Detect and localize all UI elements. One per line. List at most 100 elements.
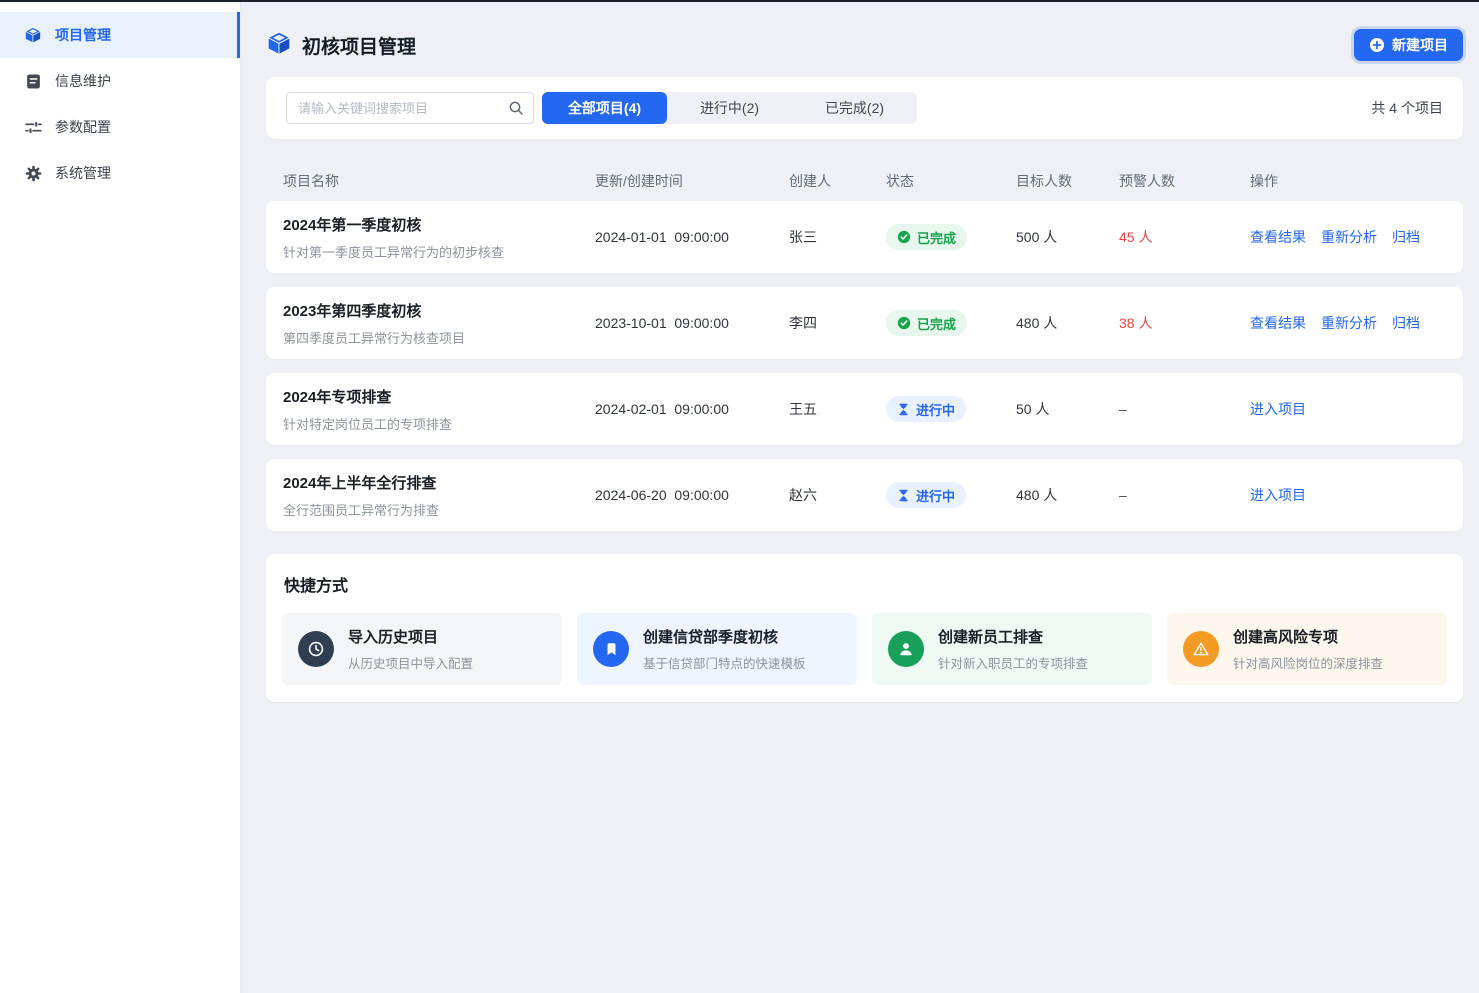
project-time: 2024-06-20 09:00:00 [595, 487, 789, 503]
project-name: 2024年专项排查 [283, 386, 595, 407]
sidebar: 项目管理 信息维护 参数配置 [0, 2, 241, 993]
sliders-icon [24, 118, 42, 136]
project-creator: 王五 [789, 399, 886, 419]
target-count: 480 人 [1016, 313, 1119, 333]
table-header: 项目名称 更新/创建时间 创建人 状态 目标人数 预警人数 操作 [266, 160, 1463, 201]
enter-project-link[interactable]: 进入项目 [1250, 399, 1306, 419]
status-label: 进行中 [916, 486, 955, 505]
status-badge: 已完成 [886, 224, 967, 250]
status-label: 已完成 [917, 228, 956, 247]
status-badge: 已完成 [886, 310, 967, 336]
new-project-button-label: 新建项目 [1392, 35, 1448, 55]
col-header-name: 项目名称 [283, 171, 595, 191]
warning-count: – [1119, 487, 1250, 503]
warning-count: 45 人 [1119, 227, 1250, 247]
status-badge: 进行中 [886, 396, 966, 422]
warning-count: 38 人 [1119, 313, 1250, 333]
view-results-link[interactable]: 查看结果 [1250, 227, 1306, 247]
shortcut-title: 创建信贷部季度初核 [643, 626, 806, 647]
new-project-button[interactable]: 新建项目 [1354, 29, 1463, 61]
shortcut-desc: 从历史项目中导入配置 [348, 653, 473, 672]
cube-icon [266, 30, 292, 61]
page-header: 初核项目管理 新建项目 [266, 28, 1463, 62]
shortcut-title: 导入历史项目 [348, 626, 473, 647]
col-header-status: 状态 [886, 171, 1016, 191]
shortcut-import-history[interactable]: 导入历史项目 从历史项目中导入配置 [282, 613, 562, 685]
target-count: 500 人 [1016, 227, 1119, 247]
col-header-warning: 预警人数 [1119, 171, 1250, 191]
col-header-time: 更新/创建时间 [595, 171, 789, 191]
gear-icon [24, 164, 42, 182]
sidebar-item-system-management[interactable]: 系统管理 [0, 150, 240, 196]
hourglass-icon [897, 403, 910, 416]
table-row: 2024年上半年全行排查 全行范围员工异常行为排查 2024-06-20 09:… [266, 459, 1463, 531]
main-content: 初核项目管理 新建项目 [242, 2, 1479, 993]
sidebar-item-parameter-config[interactable]: 参数配置 [0, 104, 240, 150]
hourglass-icon [897, 489, 910, 502]
bookmark-icon [593, 631, 629, 667]
project-desc: 针对特定岗位员工的专项排查 [283, 414, 595, 433]
reanalyze-link[interactable]: 重新分析 [1321, 227, 1377, 247]
search-box [286, 92, 534, 124]
warning-count: – [1119, 401, 1250, 417]
search-input[interactable] [286, 92, 534, 124]
shortcut-create-high-risk-special[interactable]: 创建高风险专项 针对高风险岗位的深度排查 [1167, 613, 1447, 685]
project-desc: 第四季度员工异常行为核查项目 [283, 328, 595, 347]
check-circle-icon [897, 230, 911, 244]
app-root: 项目管理 信息维护 参数配置 [0, 2, 1479, 993]
table-row: 2024年第一季度初核 针对第一季度员工异常行为的初步核查 2024-01-01… [266, 201, 1463, 273]
project-name: 2024年第一季度初核 [283, 214, 595, 235]
project-time: 2023-10-01 09:00:00 [595, 315, 789, 331]
sidebar-item-project-management[interactable]: 项目管理 [0, 12, 240, 58]
col-header-target: 目标人数 [1016, 171, 1119, 191]
shortcut-desc: 基于信贷部门特点的快速模板 [643, 653, 806, 672]
user-icon [888, 631, 924, 667]
view-results-link[interactable]: 查看结果 [1250, 313, 1306, 333]
sidebar-item-label: 参数配置 [55, 117, 111, 137]
document-icon [24, 72, 42, 90]
target-count: 50 人 [1016, 399, 1119, 419]
project-time: 2024-02-01 09:00:00 [595, 401, 789, 417]
status-label: 已完成 [917, 314, 956, 333]
project-count: 共 4 个项目 [1371, 98, 1443, 118]
col-header-actions: 操作 [1250, 171, 1446, 191]
shortcut-grid: 导入历史项目 从历史项目中导入配置 创建信贷部季度初核 基于信贷部门特点的快速模… [282, 613, 1447, 685]
tab-completed[interactable]: 已完成(2) [792, 92, 917, 124]
filter-tabs: 全部项目(4) 进行中(2) 已完成(2) [542, 92, 917, 124]
sidebar-item-label: 信息维护 [55, 71, 111, 91]
sidebar-item-info-maintenance[interactable]: 信息维护 [0, 58, 240, 104]
warning-triangle-icon [1183, 631, 1219, 667]
tab-all-projects[interactable]: 全部项目(4) [542, 92, 667, 124]
target-count: 480 人 [1016, 485, 1119, 505]
toolbar-card: 全部项目(4) 进行中(2) 已完成(2) 共 4 个项目 [266, 77, 1463, 139]
status-label: 进行中 [916, 400, 955, 419]
enter-project-link[interactable]: 进入项目 [1250, 485, 1306, 505]
project-name: 2023年第四季度初核 [283, 300, 595, 321]
archive-link[interactable]: 归档 [1392, 313, 1420, 333]
archive-link[interactable]: 归档 [1392, 227, 1420, 247]
reanalyze-link[interactable]: 重新分析 [1321, 313, 1377, 333]
search-icon[interactable] [508, 100, 524, 116]
shortcut-create-new-employee-check[interactable]: 创建新员工排查 针对新入职员工的专项排查 [872, 613, 1152, 685]
sidebar-item-label: 系统管理 [55, 163, 111, 183]
shortcuts-title: 快捷方式 [282, 572, 1447, 596]
cube-icon [24, 26, 42, 44]
table-row: 2023年第四季度初核 第四季度员工异常行为核查项目 2023-10-01 09… [266, 287, 1463, 359]
shortcut-desc: 针对高风险岗位的深度排查 [1233, 653, 1383, 672]
project-creator: 张三 [789, 227, 886, 247]
tab-in-progress[interactable]: 进行中(2) [667, 92, 792, 124]
table-row: 2024年专项排查 针对特定岗位员工的专项排查 2024-02-01 09:00… [266, 373, 1463, 445]
project-name: 2024年上半年全行排查 [283, 472, 595, 493]
shortcut-desc: 针对新入职员工的专项排查 [938, 653, 1088, 672]
check-circle-icon [897, 316, 911, 330]
project-desc: 针对第一季度员工异常行为的初步核查 [283, 242, 595, 261]
shortcut-create-credit-review[interactable]: 创建信贷部季度初核 基于信贷部门特点的快速模板 [577, 613, 857, 685]
shortcuts-section: 快捷方式 导入历史项目 从历史项目中导入配置 [266, 554, 1463, 702]
project-creator: 赵六 [789, 485, 886, 505]
project-time: 2024-01-01 09:00:00 [595, 229, 789, 245]
clock-icon [298, 631, 334, 667]
project-creator: 李四 [789, 313, 886, 333]
shortcut-title: 创建新员工排查 [938, 626, 1088, 647]
plus-circle-icon [1369, 37, 1385, 53]
page-title: 初核项目管理 [302, 32, 416, 59]
